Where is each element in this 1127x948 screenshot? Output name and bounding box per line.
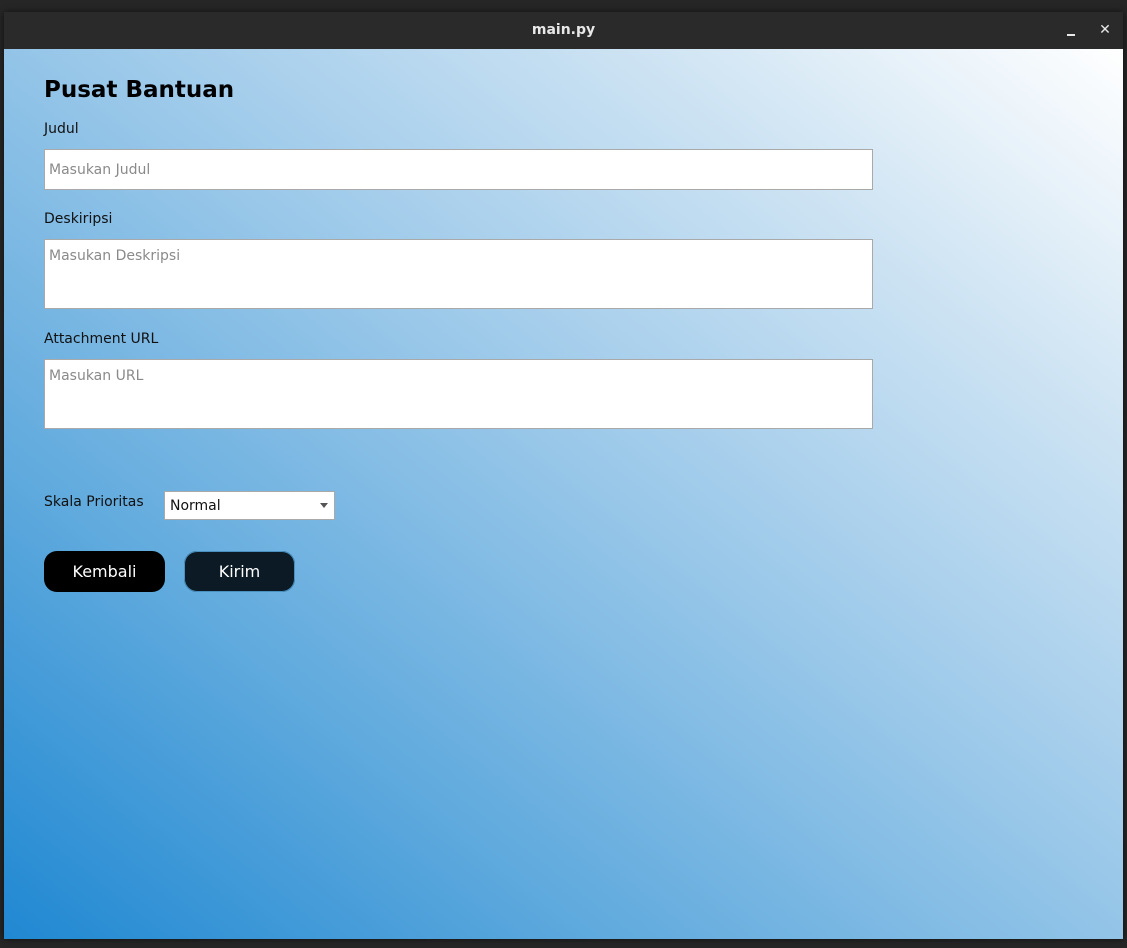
minimize-button[interactable] (1061, 20, 1081, 40)
chevron-down-icon (320, 503, 328, 508)
send-button[interactable]: Kirim (184, 551, 295, 592)
priority-label: Skala Prioritas (44, 494, 144, 510)
back-button[interactable]: Kembali (44, 551, 165, 592)
description-label: Deskiripsi (44, 211, 113, 227)
form-panel: Pusat Bantuan Judul Deskiripsi Attachmen… (4, 49, 1123, 939)
title-bar[interactable]: main.py ✕ (4, 12, 1123, 49)
close-button[interactable]: ✕ (1095, 20, 1115, 40)
title-input[interactable] (44, 149, 873, 190)
page-title: Pusat Bantuan (44, 77, 235, 103)
title-label: Judul (44, 121, 79, 137)
minimize-icon (1067, 34, 1075, 36)
app-window: main.py ✕ Pusat Bantuan Judul Deskiripsi… (4, 12, 1123, 939)
priority-select-value: Normal (170, 498, 221, 514)
description-textarea[interactable] (44, 239, 873, 309)
desktop-background: main.py ✕ Pusat Bantuan Judul Deskiripsi… (0, 0, 1127, 948)
attachment-url-label: Attachment URL (44, 331, 159, 347)
close-icon: ✕ (1099, 22, 1111, 38)
attachment-url-textarea[interactable] (44, 359, 873, 429)
priority-select[interactable]: Normal (164, 491, 335, 520)
window-title: main.py (531, 22, 596, 38)
